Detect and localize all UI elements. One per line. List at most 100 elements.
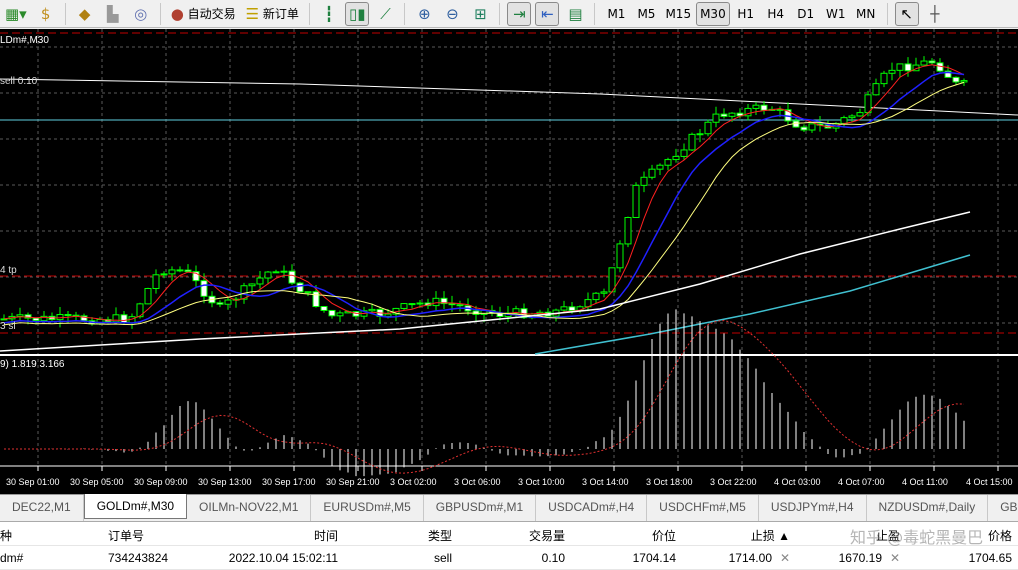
new-chart-button[interactable]: ▦▾ bbox=[2, 2, 30, 26]
ma-long-line bbox=[0, 211, 971, 352]
candle-body bbox=[32, 317, 40, 322]
candle-body bbox=[864, 94, 872, 114]
candle-body bbox=[688, 133, 696, 151]
navigator-button[interactable]: ▙ bbox=[101, 2, 125, 26]
candle-body bbox=[408, 303, 416, 306]
column-header[interactable]: 价格 bbox=[988, 527, 1012, 544]
timeframe-h1[interactable]: H1 bbox=[732, 2, 760, 26]
timeframe-m1[interactable]: M1 bbox=[602, 2, 630, 26]
candle-body bbox=[216, 302, 224, 305]
cell-tp: 1670.19 bbox=[838, 551, 882, 565]
chart-tab[interactable]: GBI bbox=[988, 495, 1018, 521]
chart-shift-button[interactable]: ⇤ bbox=[535, 1, 560, 26]
candle-body bbox=[840, 117, 848, 124]
chart-tab[interactable]: USDCHFm#,M5 bbox=[647, 495, 759, 521]
chart-tab[interactable]: USDCADm#,H4 bbox=[536, 495, 648, 521]
cell-order: 734243824 bbox=[108, 551, 169, 565]
timeframe-w1[interactable]: W1 bbox=[822, 2, 850, 26]
time-label: 30 Sep 05:00 bbox=[70, 477, 124, 487]
profiles-button[interactable]: $ bbox=[34, 2, 58, 26]
cell-volume: 0.10 bbox=[541, 551, 565, 565]
column-header[interactable]: 种 bbox=[0, 527, 12, 544]
column-header[interactable]: 止损 ▲ bbox=[751, 527, 790, 544]
auto-scroll-button[interactable]: ⇥ bbox=[507, 1, 532, 26]
chart-canvas bbox=[0, 29, 1018, 477]
line-chart-button[interactable]: ⟋ bbox=[373, 2, 397, 26]
timeframe-m15[interactable]: M15 bbox=[662, 2, 694, 26]
time-label: 3 Oct 22:00 bbox=[710, 477, 757, 487]
candle-body bbox=[632, 184, 640, 219]
cell-time: 2022.10.04 15:02:11 bbox=[228, 551, 338, 565]
time-label: 4 Oct 03:00 bbox=[774, 477, 821, 487]
new-order-label: 新订单 bbox=[262, 7, 299, 21]
cell-current: 1704.65 bbox=[968, 551, 1012, 565]
candle-body bbox=[328, 309, 336, 317]
column-header[interactable]: 订单号 bbox=[108, 527, 144, 544]
bar-chart-button[interactable]: ┇ bbox=[317, 2, 341, 26]
timeframe-d1[interactable]: D1 bbox=[792, 2, 820, 26]
chart-tab[interactable]: GBPUSDm#,M1 bbox=[424, 495, 537, 521]
table-row[interactable]: dm# 734243824 2022.10.04 15:02:11 sell 0.10 1… bbox=[0, 546, 1018, 570]
column-header[interactable]: 交易量 bbox=[529, 527, 565, 544]
toolbar: ▦▾ $ ◆ ▙ ◎ ● 自动交易 ☰ 新订单 ┇ ▯▮ ⟋ ⊕ ⊖ ⊞ ⇥ ⇤… bbox=[0, 0, 1018, 28]
clear-tp-icon[interactable]: ✕ bbox=[890, 551, 900, 565]
new-order-icon: ☰ bbox=[245, 4, 260, 23]
candle-body bbox=[568, 306, 576, 312]
candle-body bbox=[416, 302, 424, 305]
time-label: 3 Oct 14:00 bbox=[582, 477, 629, 487]
candle-body bbox=[456, 304, 464, 307]
tile-windows-button[interactable]: ⊞ bbox=[468, 2, 492, 26]
candle-body bbox=[144, 288, 152, 305]
zoom-in-button[interactable]: ⊕ bbox=[412, 2, 436, 26]
clear-sl-icon[interactable]: ✕ bbox=[780, 551, 790, 565]
chart-tab[interactable]: OILMn-NOV22,M1 bbox=[187, 495, 312, 521]
candle-body bbox=[448, 303, 456, 306]
column-header[interactable]: 价位 bbox=[652, 527, 676, 544]
candle-body bbox=[320, 306, 328, 311]
candle-body bbox=[120, 314, 128, 324]
candle-body bbox=[384, 313, 392, 317]
candle-body bbox=[336, 312, 344, 317]
new-order-button[interactable]: ☰ 新订单 bbox=[243, 2, 302, 26]
chart-tabs: DEC22,M1 GOLDm#,M30 OILMn-NOV22,M1 EURUSDm#… bbox=[0, 494, 1018, 521]
candle-body bbox=[888, 69, 896, 74]
timeframe-h4[interactable]: H4 bbox=[762, 2, 790, 26]
price-chart[interactable]: LDm#,M30 sell 0.10 4 tp 3 sl 9) 1.819 3.… bbox=[0, 29, 1018, 494]
candlestick-chart-button[interactable]: ▯▮ bbox=[344, 1, 370, 26]
timeframe-mn[interactable]: MN bbox=[852, 2, 880, 26]
cell-symbol: dm# bbox=[0, 551, 24, 565]
candle-body bbox=[720, 113, 728, 117]
candle-body bbox=[680, 149, 688, 157]
column-header[interactable]: 类型 bbox=[428, 527, 452, 544]
template-button[interactable]: ▤ bbox=[563, 2, 587, 26]
candle-body bbox=[600, 291, 608, 294]
crosshair-button[interactable]: ┼ bbox=[923, 2, 947, 26]
candle-body bbox=[56, 314, 64, 321]
candle-body bbox=[224, 299, 232, 305]
candle-body bbox=[624, 217, 632, 245]
candle-body bbox=[928, 60, 936, 64]
time-label: 3 Oct 02:00 bbox=[390, 477, 437, 487]
time-label: 4 Oct 15:00 bbox=[966, 477, 1013, 487]
candle-body bbox=[176, 269, 184, 272]
divider bbox=[308, 2, 310, 25]
zoom-out-button[interactable]: ⊖ bbox=[440, 2, 464, 26]
chart-tab[interactable]: EURUSDm#,M5 bbox=[311, 495, 424, 521]
chart-tab[interactable]: GOLDm#,M30 bbox=[83, 494, 188, 519]
chart-tab[interactable]: NZDUSDm#,Daily bbox=[867, 495, 989, 521]
column-header[interactable]: 时间 bbox=[314, 527, 338, 544]
market-watch-button[interactable]: ◆ bbox=[73, 2, 97, 26]
chart-tab[interactable]: DEC22,M1 bbox=[0, 495, 84, 521]
candle-body bbox=[616, 243, 624, 269]
timeframe-m30[interactable]: M30 bbox=[696, 1, 730, 26]
candle-body bbox=[288, 270, 296, 284]
sell-order-label: sell 0.10 bbox=[0, 76, 38, 87]
divider bbox=[594, 2, 596, 25]
timeframe-m5[interactable]: M5 bbox=[632, 2, 660, 26]
time-label: 3 Oct 06:00 bbox=[454, 477, 501, 487]
divider bbox=[886, 2, 888, 25]
cursor-button[interactable]: ↖ bbox=[894, 1, 919, 26]
signals-button[interactable]: ◎ bbox=[129, 2, 153, 26]
chart-tab[interactable]: USDJPYm#,H4 bbox=[759, 495, 867, 521]
auto-trading-button[interactable]: ● 自动交易 bbox=[168, 2, 239, 26]
